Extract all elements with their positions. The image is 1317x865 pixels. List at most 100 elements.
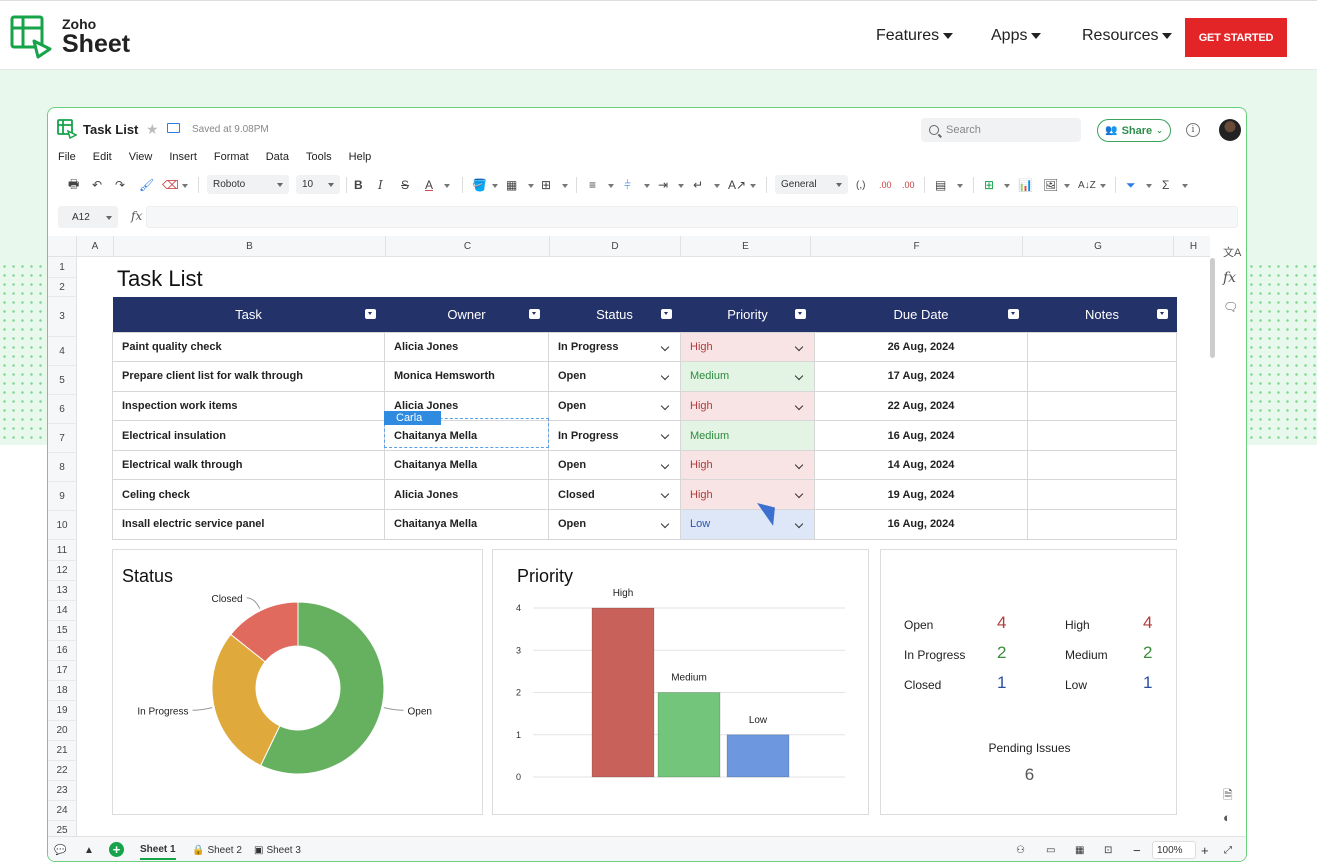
task-cell[interactable]: Prepare client list for walk through (112, 361, 385, 392)
due-date-cell[interactable]: 17 Aug, 2024 (814, 361, 1028, 392)
chat-icon[interactable]: 💬 (54, 840, 66, 860)
column-header-h[interactable]: H (1174, 236, 1210, 257)
info-icon[interactable]: i (1186, 123, 1200, 137)
filter-icon[interactable]: ⏷ (1126, 177, 1136, 193)
vertical-align-icon[interactable]: ⫩ (624, 177, 631, 193)
translate-icon[interactable]: 文A (1223, 244, 1241, 260)
owner-cell[interactable]: Chaitanya Mella (384, 449, 549, 481)
column-header-e[interactable]: E (681, 236, 811, 257)
menu-file[interactable]: File (58, 151, 76, 163)
normal-view-icon[interactable]: ▭ (1046, 840, 1055, 860)
notes-cell[interactable] (1027, 449, 1177, 481)
nav-features[interactable]: Features (876, 27, 954, 45)
due-date-cell[interactable]: 19 Aug, 2024 (814, 479, 1028, 511)
share-button[interactable]: 👥 Share ⌄ (1097, 119, 1171, 142)
notes-cell[interactable] (1027, 390, 1177, 422)
row-header[interactable]: 5 (48, 366, 77, 395)
notes-cell[interactable] (1027, 420, 1177, 451)
task-cell[interactable]: Insall electric service panel (112, 509, 385, 540)
column-header-g[interactable]: G (1023, 236, 1174, 257)
font-family-select[interactable]: Roboto (207, 175, 289, 194)
task-cell[interactable]: Electrical walk through (112, 449, 385, 481)
bar-medium[interactable] (657, 692, 721, 778)
star-icon[interactable]: ★ (146, 121, 159, 138)
status-dropdown[interactable]: Open (548, 361, 681, 392)
theme-toggle-icon[interactable]: ◐ (1223, 810, 1231, 825)
due-date-cell[interactable]: 16 Aug, 2024 (814, 420, 1028, 451)
row-header[interactable]: 2 (48, 278, 77, 297)
tab-sheet-1[interactable]: Sheet 1 (140, 840, 176, 860)
header-notes[interactable]: Notes (1027, 297, 1177, 332)
zoom-select[interactable]: 100% (1152, 841, 1196, 859)
fit-page-icon[interactable]: ⊡ (1104, 840, 1112, 860)
priority-dropdown[interactable]: High (680, 449, 815, 481)
column-header-f[interactable]: F (811, 236, 1023, 257)
search-input[interactable]: Search (921, 118, 1081, 142)
row-header[interactable]: 1 (48, 257, 77, 278)
row-header[interactable]: 24 (48, 801, 77, 821)
priority-dropdown[interactable]: Medium (680, 361, 815, 392)
thousands-separator-button[interactable]: (,) (856, 177, 865, 193)
header-owner[interactable]: Owner (384, 297, 549, 332)
print-icon[interactable]: 🖶 (68, 177, 79, 193)
avatar[interactable] (1219, 119, 1241, 141)
insert-table-icon[interactable]: ⊞ (984, 177, 994, 193)
status-chart-panel[interactable]: Status Open In Progress Closed (112, 549, 483, 815)
text-rotation-icon[interactable]: A↗ (728, 177, 746, 193)
zoho-sheet-logo[interactable]: Zoho Sheet (10, 15, 130, 59)
owner-cell[interactable]: Monica Hemsworth (384, 361, 549, 392)
priority-dropdown[interactable]: High (680, 390, 815, 422)
due-date-cell[interactable]: 26 Aug, 2024 (814, 331, 1028, 363)
menu-edit[interactable]: Edit (93, 151, 112, 163)
menu-data[interactable]: Data (266, 151, 289, 163)
borders-icon[interactable]: ▦ (506, 177, 517, 193)
page-layout-icon[interactable]: ▦ (1075, 840, 1084, 860)
wrap-text-icon[interactable]: ↵ (693, 177, 703, 193)
row-header[interactable]: 9 (48, 482, 77, 511)
header-priority[interactable]: Priority (680, 297, 815, 332)
header-due-date[interactable]: Due Date (814, 297, 1028, 332)
row-header[interactable]: 23 (48, 781, 77, 801)
menu-help[interactable]: Help (349, 151, 372, 163)
sheet-title-cell[interactable]: Task List (117, 266, 203, 292)
row-header[interactable]: 21 (48, 741, 77, 761)
number-format-select[interactable]: General (775, 175, 848, 194)
strikethrough-button[interactable]: S (401, 177, 409, 193)
row-header[interactable]: 10 (48, 511, 77, 540)
bold-button[interactable]: B (354, 177, 363, 193)
priority-chart-panel[interactable]: Priority 0 1 2 3 4 High Medium Low (492, 549, 869, 815)
nav-resources[interactable]: Resources (1082, 27, 1173, 45)
function-panel-icon[interactable]: fx (1223, 270, 1236, 286)
row-header[interactable]: 18 (48, 681, 77, 701)
comment-icon[interactable]: 🗨 (1223, 300, 1238, 314)
priority-dropdown[interactable]: High (680, 479, 815, 511)
due-date-cell[interactable]: 16 Aug, 2024 (814, 509, 1028, 540)
menu-format[interactable]: Format (214, 151, 249, 163)
clear-format-icon[interactable]: ⌫ (162, 177, 179, 193)
owner-cell[interactable]: Alicia Jones (384, 479, 549, 511)
column-header-a[interactable]: A (77, 236, 114, 257)
filter-dropdown-icon[interactable] (364, 309, 376, 319)
row-header[interactable]: 6 (48, 395, 77, 424)
task-cell[interactable]: Paint quality check (112, 331, 385, 363)
priority-dropdown[interactable]: Medium (680, 420, 815, 451)
nav-apps[interactable]: Apps (991, 27, 1042, 45)
status-dropdown[interactable]: Open (548, 509, 681, 540)
summary-panel[interactable]: Open 4 In Progress 2 Closed 1 High 4 Med… (880, 549, 1177, 815)
header-task[interactable]: Task (112, 297, 385, 332)
fullscreen-icon[interactable]: ⤢ (1224, 840, 1232, 860)
row-header[interactable]: 22 (48, 761, 77, 781)
notes-cell[interactable] (1027, 331, 1177, 363)
select-all-corner[interactable] (48, 236, 77, 257)
row-header[interactable]: 3 (48, 297, 77, 337)
menu-insert[interactable]: Insert (169, 151, 197, 163)
fill-color-icon[interactable]: 🪣 (472, 177, 487, 193)
audit-icon[interactable]: 🗎 (1223, 786, 1233, 807)
status-dropdown[interactable]: Closed (548, 479, 681, 511)
owner-cell[interactable]: Chaitanya Mella (384, 509, 549, 540)
task-cell[interactable]: Inspection work items (112, 390, 385, 422)
zoom-out-button[interactable]: − (1133, 840, 1141, 860)
document-title[interactable]: Task List (83, 122, 138, 137)
filter-dropdown-icon[interactable] (1156, 309, 1168, 319)
row-header[interactable]: 14 (48, 601, 77, 621)
